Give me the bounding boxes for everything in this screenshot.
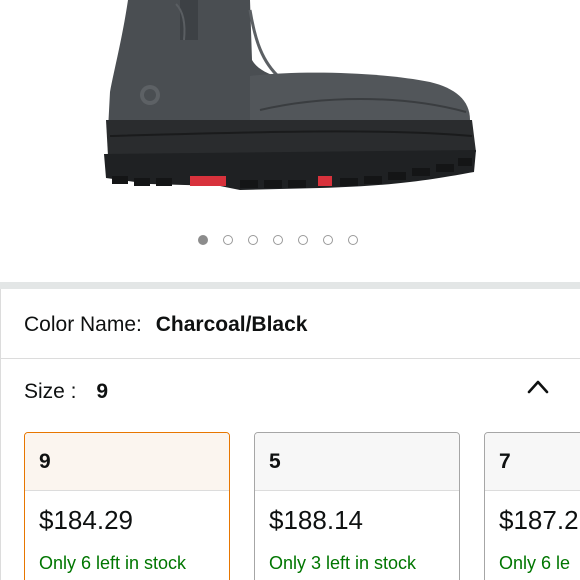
size-option-price: $184.29 (39, 505, 133, 535)
row-divider (0, 358, 580, 359)
size-option-stock: Only 3 left in stock (269, 553, 417, 573)
carousel-dot[interactable] (273, 235, 283, 245)
size-value: 9 (96, 380, 109, 403)
size-label: Size : (24, 380, 77, 403)
size-option-price: $187.2 (499, 505, 579, 535)
carousel-dots (198, 235, 358, 245)
size-option-size: 5 (255, 433, 459, 491)
size-option-card[interactable]: 9 $184.29 Only 6 left in stock (24, 432, 230, 580)
size-option-card[interactable]: 5 $188.14 Only 3 left in stock (254, 432, 460, 580)
size-option-stock: Only 6 left in stock (39, 553, 187, 573)
color-name-label: Color Name: (24, 313, 142, 336)
carousel-dot[interactable] (348, 235, 358, 245)
carousel-dot[interactable] (248, 235, 258, 245)
size-option-size: 7 (485, 433, 580, 491)
size-row[interactable]: Size : 9 (24, 380, 108, 404)
product-image-carousel[interactable] (0, 0, 580, 282)
chevron-up-icon[interactable] (526, 377, 550, 395)
size-option-size: 9 (25, 433, 229, 491)
color-name-value: Charcoal/Black (155, 313, 308, 336)
product-page: Color Name: Charcoal/Black Size : 9 9 $1… (0, 0, 580, 580)
carousel-dot[interactable] (298, 235, 308, 245)
carousel-dot[interactable] (323, 235, 333, 245)
color-name-row: Color Name: Charcoal/Black (24, 313, 307, 337)
panel-edge (0, 289, 1, 580)
size-option-stock: Only 6 le (499, 553, 571, 573)
carousel-dot[interactable] (198, 235, 208, 245)
size-option-card[interactable]: 7 $187.2 Only 6 le (484, 432, 580, 580)
size-option-price: $188.14 (269, 505, 363, 535)
section-divider (0, 282, 580, 289)
carousel-dot[interactable] (223, 235, 233, 245)
